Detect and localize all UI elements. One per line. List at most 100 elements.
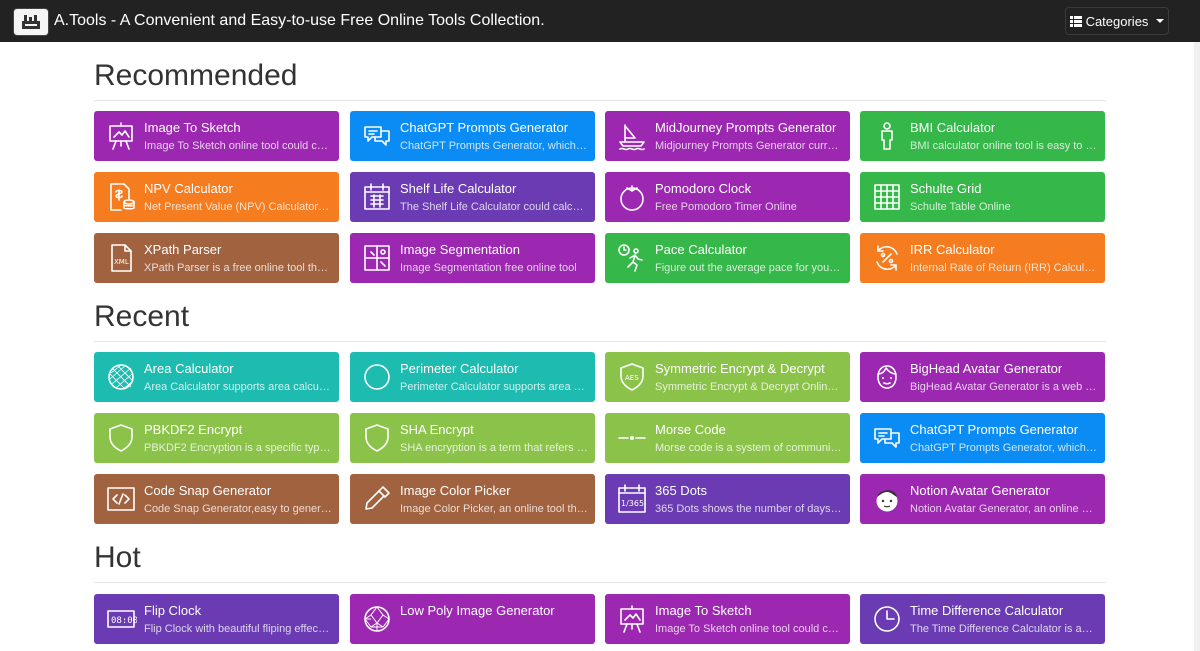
tool-card-title: Flip Clock bbox=[144, 603, 202, 618]
section-title-hot: Hot bbox=[94, 541, 141, 574]
tool-card-notion-avatar-generator[interactable]: Notion Avatar Generator Notion Avatar Gen… bbox=[860, 474, 1105, 524]
tool-card-description: ChatGPT Prompts Generator, which i... bbox=[910, 442, 1098, 454]
tool-card-description: ChatGPT Prompts Generator, which i... bbox=[400, 140, 588, 152]
list-icon bbox=[1069, 15, 1082, 27]
tool-card-title: NPV Calculator bbox=[144, 181, 233, 196]
categories-button[interactable]: Categories bbox=[1065, 7, 1169, 35]
tool-card-pace-calculator[interactable]: Pace Calculator Figure out the average pa… bbox=[605, 233, 850, 283]
tool-card-pbkdf2-encrypt[interactable]: PBKDF2 Encrypt PBKDF2 Encryption is a spe… bbox=[94, 413, 339, 463]
tool-card-title: Schulte Grid bbox=[910, 181, 982, 196]
tool-card-time-difference-calculator[interactable]: Time Difference Calculator The Time Diffe… bbox=[860, 594, 1105, 644]
tool-card-shelf-life-calculator[interactable]: Shelf Life Calculator The Shelf Life Calc… bbox=[350, 172, 595, 222]
tool-card-image-to-sketch[interactable]: Image To Sketch Image To Sketch online to… bbox=[605, 594, 850, 644]
tool-card-code-snap-generator[interactable]: Code Snap Generator Code Snap Generator,e… bbox=[94, 474, 339, 524]
grid-icon bbox=[870, 180, 904, 214]
segmented-image-icon bbox=[360, 241, 394, 275]
tomato-icon bbox=[615, 180, 649, 214]
site-logo[interactable] bbox=[13, 8, 49, 36]
tool-card-low-poly-image-generator[interactable]: Low Poly Image Generator bbox=[350, 594, 595, 644]
section-divider bbox=[94, 582, 1106, 583]
tool-card-title: ChatGPT Prompts Generator bbox=[910, 422, 1079, 437]
tool-card-npv-calculator[interactable]: NPV Calculator Net Present Value (NPV) Ca… bbox=[94, 172, 339, 222]
shield-icon bbox=[360, 421, 394, 455]
circle-outline-icon bbox=[360, 360, 394, 394]
calendar-icon bbox=[360, 180, 394, 214]
tool-card-title: Image To Sketch bbox=[655, 603, 752, 618]
tool-card-schulte-grid[interactable]: Schulte Grid Schulte Table Online bbox=[860, 172, 1105, 222]
tool-card-title: BigHead Avatar Generator bbox=[910, 361, 1063, 376]
morse-icon bbox=[615, 421, 649, 455]
tool-card-365-dots[interactable]: 1/365 365 Dots 365 Dots shows the number o… bbox=[605, 474, 850, 524]
tool-card-bighead-avatar-generator[interactable]: BigHead Avatar Generator BigHead Avatar G… bbox=[860, 352, 1105, 402]
tool-card-irr-calculator[interactable]: IRR Calculator Internal Rate of Return (I… bbox=[860, 233, 1105, 283]
tool-card-title: Pomodoro Clock bbox=[655, 181, 752, 196]
categories-label: Categories bbox=[1085, 13, 1149, 29]
tool-card-title: MidJourney Prompts Generator bbox=[655, 120, 837, 135]
hatched-circle-icon bbox=[104, 360, 138, 394]
tool-card-description: Schulte Table Online bbox=[910, 201, 1011, 213]
site-title[interactable]: A.Tools - A Convenient and Easy-to-use F… bbox=[54, 11, 545, 31]
section-divider bbox=[94, 100, 1106, 101]
tool-card-midjourney-prompts-generator[interactable]: MidJourney Prompts Generator Midjourney P… bbox=[605, 111, 850, 161]
tool-card-symmetric-encrypt-decrypt[interactable]: AES Symmetric Encrypt & Decrypt Symmetric … bbox=[605, 352, 850, 402]
tool-card-description: Area Calculator supports area calcula... bbox=[144, 381, 332, 393]
tool-card-title: XPath Parser bbox=[144, 242, 222, 257]
eyedropper-icon bbox=[360, 482, 394, 516]
tool-card-title: Code Snap Generator bbox=[144, 483, 272, 498]
tool-card-description: The Shelf Life Calculator could calcul..… bbox=[400, 201, 588, 213]
tool-card-image-segmentation[interactable]: Image Segmentation Image Segmentation fre… bbox=[350, 233, 595, 283]
shield-icon bbox=[104, 421, 138, 455]
tool-card-description: The Time Difference Calculator is an ... bbox=[910, 623, 1098, 635]
tool-card-title: Time Difference Calculator bbox=[910, 603, 1064, 618]
runner-clock-icon bbox=[615, 241, 649, 275]
tool-card-chatgpt-prompts-generator[interactable]: ChatGPT Prompts Generator ChatGPT Prompts… bbox=[860, 413, 1105, 463]
tool-card-description: XPath Parser is a free online tool that.… bbox=[144, 262, 332, 274]
tool-card-pomodoro-clock[interactable]: Pomodoro Clock Free Pomodoro Timer Online bbox=[605, 172, 850, 222]
easel-icon bbox=[104, 119, 138, 153]
tool-card-chatgpt-prompts-generator[interactable]: ChatGPT Prompts Generator ChatGPT Prompts… bbox=[350, 111, 595, 161]
tool-card-description: Midjourney Prompts Generator curren... bbox=[655, 140, 843, 152]
tool-card-title: Notion Avatar Generator bbox=[910, 483, 1050, 498]
tool-card-description: Notion Avatar Generator, an online N... bbox=[910, 503, 1098, 515]
tool-card-description: BigHead Avatar Generator is a web a... bbox=[910, 381, 1098, 393]
tool-card-description: Image Segmentation free online tool bbox=[400, 262, 577, 274]
tool-card-title: Image To Sketch bbox=[144, 120, 241, 135]
tool-card-morse-code[interactable]: Morse Code Morse code is a system of comm… bbox=[605, 413, 850, 463]
tool-card-area-calculator[interactable]: Area Calculator Area Calculator supports … bbox=[94, 352, 339, 402]
scrollbar[interactable] bbox=[1194, 42, 1200, 651]
tool-card-xpath-parser[interactable]: XML XPath Parser XPath Parser is a free on… bbox=[94, 233, 339, 283]
section-title-recommended: Recommended bbox=[94, 59, 298, 92]
tool-card-description: Internal Rate of Return (IRR) Calculat..… bbox=[910, 262, 1098, 274]
tool-card-sha-encrypt[interactable]: SHA Encrypt SHA encryption is a term that… bbox=[350, 413, 595, 463]
tool-card-description: PBKDF2 Encryption is a specific type ... bbox=[144, 442, 332, 454]
caret-down-icon bbox=[1156, 19, 1165, 23]
tool-card-description: 365 Dots shows the number of days t... bbox=[655, 503, 843, 515]
tool-card-title: 365 Dots bbox=[655, 483, 708, 498]
percent-cycle-icon bbox=[870, 241, 904, 275]
tool-card-title: IRR Calculator bbox=[910, 242, 995, 257]
tool-card-description: SHA encryption is a term that refers t..… bbox=[400, 442, 588, 454]
toolbox-icon bbox=[22, 15, 40, 29]
tool-card-title: Low Poly Image Generator bbox=[400, 603, 555, 618]
tool-card-bmi-calculator[interactable]: BMI Calculator BMI calculator online tool… bbox=[860, 111, 1105, 161]
aes-shield-icon: AES bbox=[615, 360, 649, 394]
tool-card-description: Image To Sketch online tool could con... bbox=[144, 140, 332, 152]
tool-card-description: Figure out the average pace for your ... bbox=[655, 262, 843, 274]
section-divider bbox=[94, 341, 1106, 342]
tool-card-title: ChatGPT Prompts Generator bbox=[400, 120, 569, 135]
svg-text:XML: XML bbox=[114, 258, 129, 266]
chat-bubbles-icon bbox=[870, 421, 904, 455]
svg-text:AES: AES bbox=[625, 374, 639, 382]
sailboat-icon bbox=[615, 119, 649, 153]
tool-card-flip-clock[interactable]: 08:00 Flip Clock Flip Clock with beautiful… bbox=[94, 594, 339, 644]
tool-card-perimeter-calculator[interactable]: Perimeter Calculator Perimeter Calculator… bbox=[350, 352, 595, 402]
tool-card-image-to-sketch[interactable]: Image To Sketch Image To Sketch online to… bbox=[94, 111, 339, 161]
code-window-icon bbox=[104, 482, 138, 516]
tool-card-image-color-picker[interactable]: Image Color Picker Image Color Picker, an… bbox=[350, 474, 595, 524]
tool-card-title: Morse Code bbox=[655, 422, 726, 437]
tool-card-description: Symmetric Encrypt & Decrypt Online ... bbox=[655, 381, 843, 393]
tool-card-description: Perimeter Calculator supports area c... bbox=[400, 381, 588, 393]
calendar-365-icon: 1/365 bbox=[615, 482, 649, 516]
tool-card-description: Flip Clock with beautiful fliping effect… bbox=[144, 623, 332, 635]
tool-card-description: Morse code is a system of communic... bbox=[655, 442, 843, 454]
